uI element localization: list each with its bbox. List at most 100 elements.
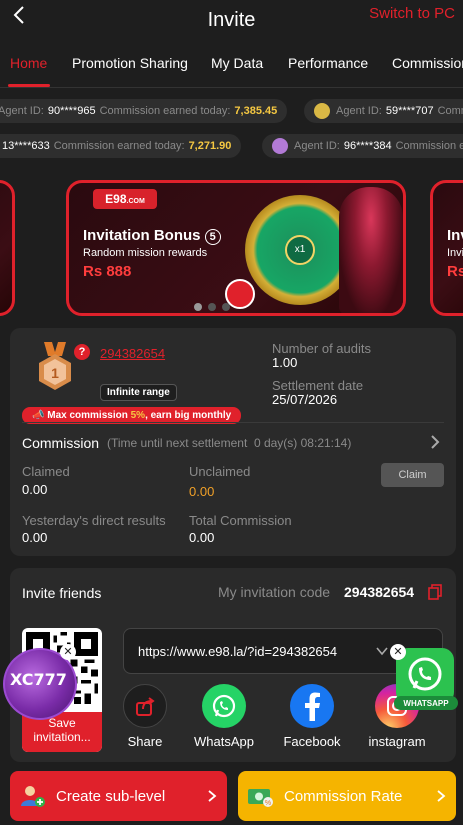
claimed-value: 0.00 [22,482,48,497]
unclaimed-label: Unclaimed [189,464,251,479]
yesterday-results-value: 0.00 [22,530,48,545]
svg-text:%: % [265,800,271,807]
total-commission-value: 0.00 [189,530,215,545]
facebook-label: Facebook [283,734,341,749]
whatsapp-icon [202,684,246,728]
ticker-label: Agent ID: [0,105,44,117]
commission-rate-label: Commission Rate [284,787,403,805]
yesterday-results-label: Yesterday's direct results [22,513,166,528]
banner-slide-prev[interactable] [0,180,15,316]
close-icon[interactable]: ✕ [390,644,406,660]
character-illustration [339,187,403,313]
tab-my-data[interactable]: My Data [211,55,263,71]
create-sub-level-button[interactable]: Create sub-level [10,771,227,821]
whatsapp-float-label: WHATSAPP [403,699,449,708]
share-button[interactable]: Share [115,684,175,749]
carousel-dot[interactable] [208,303,216,311]
promo-carousel[interactable]: E98.COM Invitation Bonus 5 Random missio… [0,180,463,316]
infinite-range-badge: Infinite range [100,384,177,401]
commission-rate-button[interactable]: % Commission Rate [238,771,456,821]
active-tab-indicator [8,84,50,87]
purple-medal-icon [272,138,288,154]
settlement-countdown: (Time until next settlement 0 day(s) 08:… [107,436,352,450]
banner-invitation-bonus[interactable]: E98.COM Invitation Bonus 5 Random missio… [66,180,406,316]
carousel-dots [194,303,230,311]
unclaimed-value: 0.00 [189,484,215,499]
tab-commission[interactable]: Commission [392,55,463,71]
banner-next-amount: Rs [447,263,463,280]
banner-next-sub: Invi [447,247,463,259]
ticker-label: Agent ID: [336,105,382,117]
ticker-label: Agent ID: [294,140,340,152]
commission-title[interactable]: Commission [22,435,99,451]
switch-to-pc-link[interactable]: Switch to PC [369,5,455,22]
top-bar: Invite Switch to PC [0,0,463,40]
tab-bar: Home Promotion Sharing My Data Performan… [0,40,463,88]
settlement-label: Settlement date [272,378,364,393]
rank-number: 1 [51,365,59,381]
ticker-item: 13****633 Commission earned today: 7,271… [0,134,242,158]
tab-home[interactable]: Home [10,55,47,71]
chevron-down-icon[interactable] [376,646,388,656]
tab-performance[interactable]: Performance [288,55,368,71]
ticker-agent-id: 96****384 [343,140,392,152]
chevron-right-icon[interactable] [429,434,441,450]
share-label: Share [127,734,163,749]
ticker-earned-label: Commission e [395,140,463,152]
close-icon[interactable]: ✕ [60,644,76,660]
back-arrow-icon[interactable] [8,3,32,27]
ticker-amount: 7,385.45 [234,105,278,117]
agent-id-link[interactable]: 294382654 [100,346,165,361]
ticker-agent-id: 13****633 [2,140,50,152]
chevron-right-icon [437,790,446,802]
xc777-logo: XC777 [10,670,67,689]
audits-label: Number of audits [272,341,371,356]
ticker-earned-label: Commission earned today: [53,140,185,152]
banner-next-title: Inv [447,227,463,244]
facebook-icon [290,684,334,728]
banner-slide-next[interactable]: Inv Invi Rs [430,180,463,316]
invitation-code-label: My invitation code [218,584,331,600]
ticker-item: Agent ID: 59****707 Comm [304,99,463,123]
ticker-agent-id: 59****707 [385,105,434,117]
tab-promotion-sharing[interactable]: Promotion Sharing [72,55,188,71]
share-icon [123,684,167,728]
commission-ticker-row: Agent ID: 90****965 Commission earned to… [0,97,463,125]
money-percent-icon: % [248,789,273,807]
e98-logo: E98.COM [93,189,157,209]
whatsapp-share-button[interactable]: WhatsApp [194,684,254,749]
ticker-amount: 7,271.90 [188,140,232,152]
audits-value: 1.00 [272,355,298,370]
total-commission-label: Total Commission [189,513,292,528]
commission-card: 1 ? 294382654 Infinite range 📣 Max commi… [10,328,456,556]
facebook-share-button[interactable]: Facebook [282,684,342,749]
chevron-right-icon [208,790,217,802]
invitation-url: https://www.e98.la/?id=294382654 [138,644,338,659]
instagram-label: instagram [368,734,426,749]
gold-medal-icon [314,103,330,119]
invite-friends-card: Invite friends My invitation code 294382… [10,568,456,762]
ticker-earned-label: Commission earned today: [99,105,231,117]
copy-icon[interactable] [428,584,442,600]
megaphone-icon: 📣 [32,410,45,421]
commission-ticker-row: 13****633 Commission earned today: 7,271… [0,132,463,160]
ticker-item: Agent ID: 90****965 Commission earned to… [0,99,288,123]
carousel-dot[interactable] [194,303,202,311]
settlement-value: 25/07/2026 [272,392,338,407]
ticker-item: Agent ID: 96****384 Commission e [262,134,463,158]
create-sub-level-label: Create sub-level [56,787,166,805]
divider [22,422,444,423]
invite-friends-title: Invite friends [22,585,102,601]
banner-subtitle: Random mission rewards [83,247,208,259]
page-title: Invite [207,8,256,31]
rank-medal-icon: 1 [39,342,71,390]
invitation-code-value: 294382654 [344,584,415,600]
ticker-agent-id: 90****965 [47,105,96,117]
carousel-dot[interactable] [222,303,230,311]
banner-title: Invitation Bonus 5 [83,227,221,245]
claimed-label: Claimed [22,464,70,479]
claim-button[interactable]: Claim [381,463,444,487]
help-icon[interactable]: ? [74,344,90,360]
whatsapp-label: WhatsApp [194,734,254,749]
banner-badge: 5 [204,229,221,245]
